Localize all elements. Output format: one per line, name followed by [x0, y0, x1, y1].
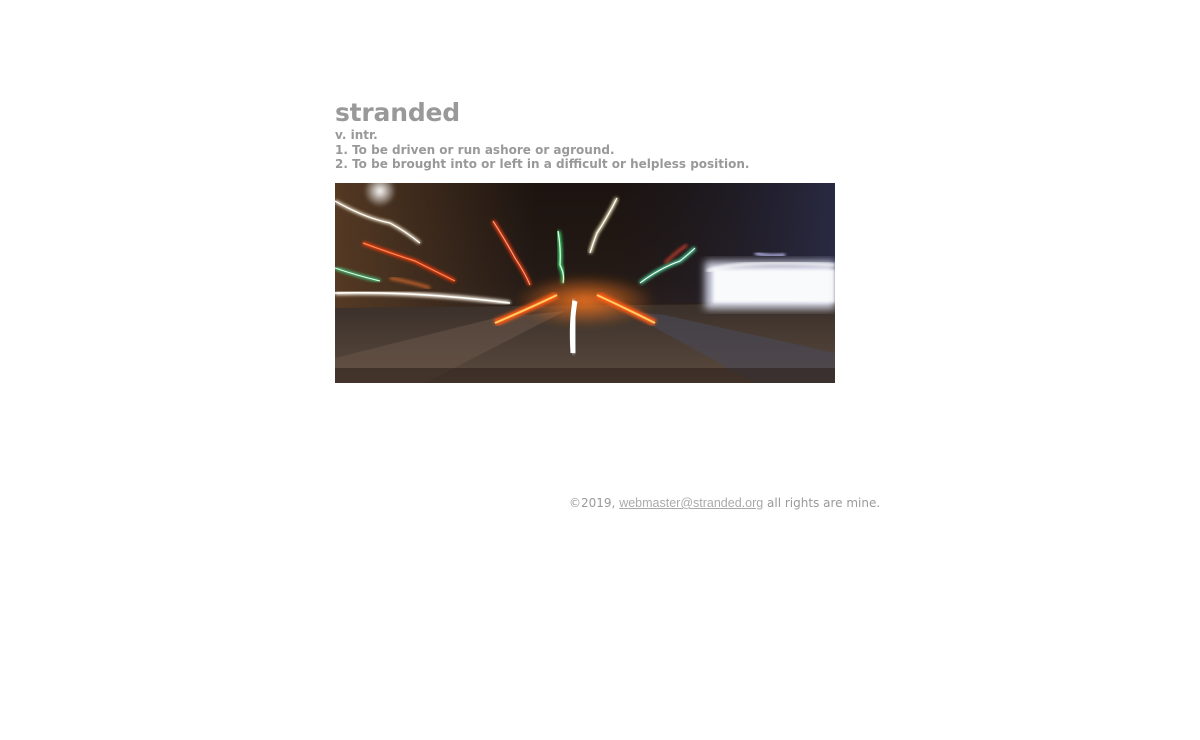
dictionary-definition: stranded v. intr. 1. To be driven or run… — [335, 98, 750, 172]
copyright-text: ©2019, — [569, 496, 616, 510]
definition-sense-1: 1. To be driven or run ashore or aground… — [335, 142, 615, 157]
rights-text: all rights are mine. — [767, 496, 881, 510]
definition-sense-2: 2. To be brought into or left in a diffi… — [335, 157, 750, 171]
page: stranded v. intr. 1. To be driven or run… — [0, 0, 1200, 740]
part-of-speech: v. intr. — [335, 128, 378, 142]
page-title: stranded — [335, 98, 460, 127]
webmaster-email-link[interactable]: webmaster@stranded.org — [619, 496, 763, 510]
night-traffic-photo — [335, 183, 835, 383]
footer: ©2019, webmaster@stranded.org all rights… — [569, 495, 880, 511]
